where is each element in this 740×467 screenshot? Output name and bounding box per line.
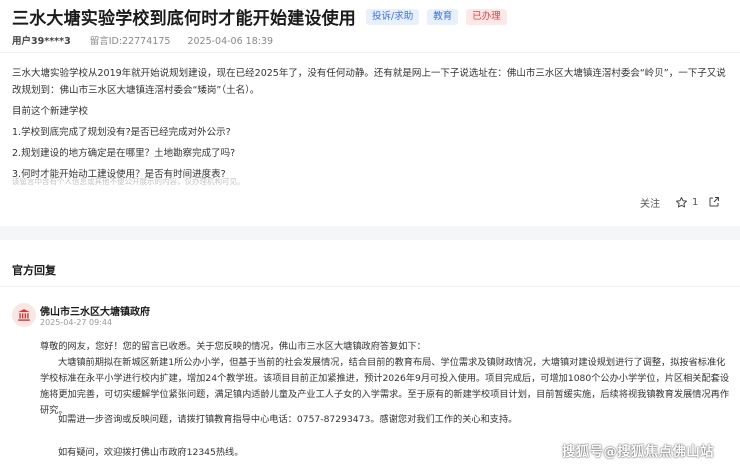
share-icon — [708, 196, 720, 208]
question-body: 三水大塘实验学校从2019年就开始说规划建设，现在已经2025年了，没有任何动静… — [12, 66, 732, 188]
star-outline-icon — [675, 196, 688, 209]
share-button[interactable] — [708, 194, 720, 210]
watermark: 搜狐号@搜狐焦点佛山站 — [562, 444, 714, 460]
org-name: 佛山市三水区大塘镇政府 — [40, 307, 150, 318]
question-title: 三水大塘实验学校到底何时才能开始建设使用 — [12, 9, 356, 29]
government-building-icon — [12, 303, 36, 327]
question-header: 三水大塘实验学校到底何时才能开始建设使用 投诉/求助 教育 已办理 — [12, 4, 507, 29]
question-paragraph: 三水大塘实验学校从2019年就开始说规划建设，现在已经2025年了，没有任何动静… — [12, 68, 726, 96]
follow-label: 关注 — [640, 198, 660, 210]
question-paragraph: 目前这个新建学校 — [12, 105, 89, 117]
tag-education[interactable]: 教育 — [427, 8, 459, 25]
username: 用户39****3 — [12, 36, 71, 47]
follow-button[interactable]: 关注 — [640, 194, 660, 210]
reply-divider — [0, 286, 740, 287]
question-meta: 用户39****3 留言ID:22774175 2025-04-06 18:39 — [12, 33, 273, 47]
reply-contact: 如需进一步咨询或反映问题，请拨打镇教育指导中心电话：0757-87293473。… — [58, 414, 518, 425]
message-id: 留言ID:22774175 — [89, 36, 171, 47]
star-button[interactable]: 1 — [675, 194, 698, 210]
tag-complaint[interactable]: 投诉/求助 — [366, 8, 420, 25]
question-paragraph: 2.规划建设的地方确定是在哪里？土地勘察完成了吗? — [12, 147, 236, 159]
reply-time: 2025-04-27 09:44 — [40, 318, 113, 327]
star-count: 1 — [692, 196, 699, 208]
reply-body: 尊敬的网友，您好！您的留言已收悉。关于您反映的情况，佛山市三水区大塘镇政府答复如… — [40, 339, 732, 458]
reply-hotline: 如有疑问，欢迎拨打佛山市政府12345热线。 — [58, 447, 244, 458]
post-date: 2025-04-06 18:39 — [187, 36, 274, 47]
question-paragraph: 1.学校到底完成了规划没有?是否已经完成对外公示? — [12, 126, 231, 138]
status-badge: 已办理 — [466, 8, 507, 25]
reply-heading: 官方回复 — [12, 264, 56, 277]
privacy-notice: 该留言中含有个人信息或其他不便公开展示的内容，仅办理机构可见。 — [12, 177, 245, 186]
reply-greeting: 尊敬的网友，您好！您的留言已收悉。关于您反映的情况，佛山市三水区大塘镇政府答复如… — [40, 341, 426, 352]
section-gap — [0, 226, 740, 240]
reply-paragraph: 大塘镇前期拟在新城区新建1所公办小学，但基于当前的社会发展情况，结合目前的教育布… — [40, 357, 730, 416]
header-divider — [0, 52, 740, 53]
